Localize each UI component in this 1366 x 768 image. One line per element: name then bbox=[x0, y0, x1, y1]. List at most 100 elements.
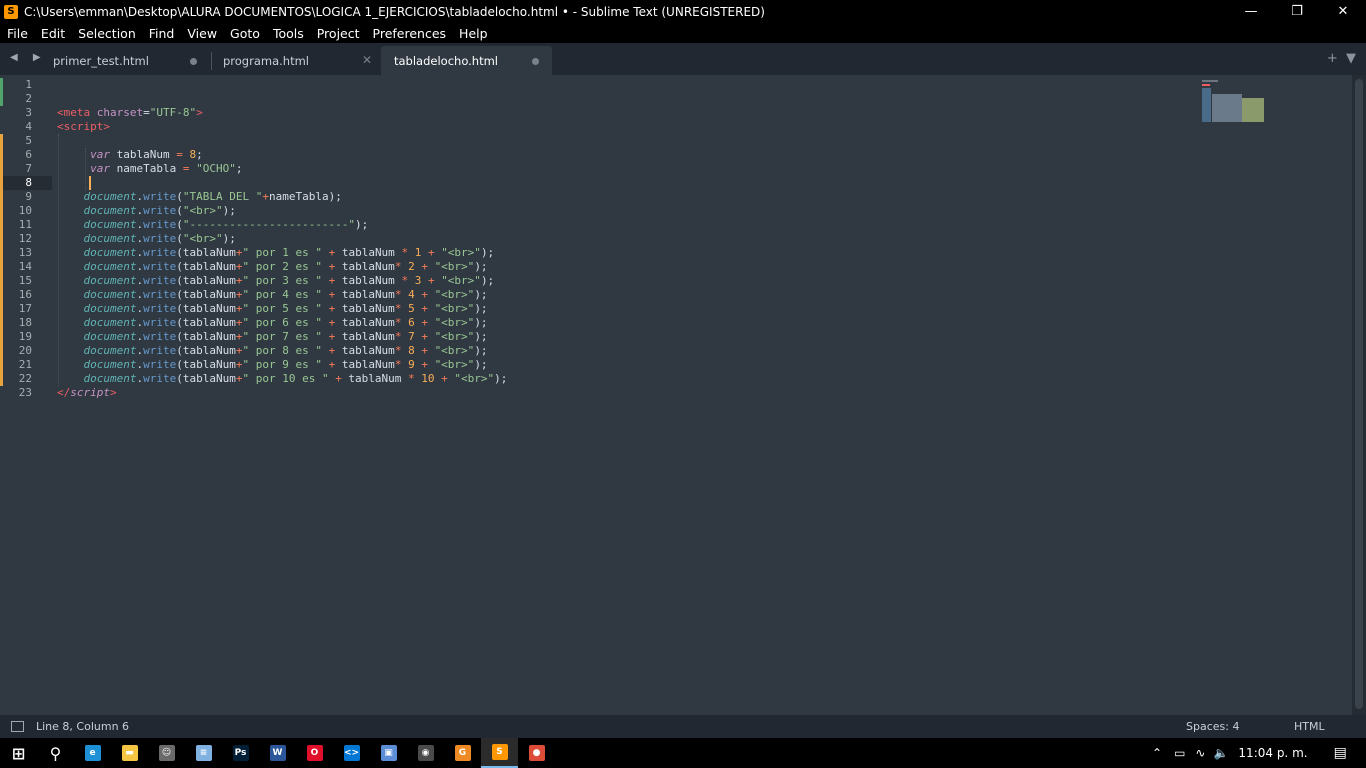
system-tray: ⌃ ▭ ∿ 🔈 11:04 p. m. ▤ bbox=[1152, 738, 1347, 768]
syntax-mode[interactable]: HTML bbox=[1294, 720, 1325, 733]
vertical-scrollbar[interactable] bbox=[1352, 75, 1366, 715]
code-line[interactable]: 2 bbox=[0, 92, 1340, 106]
close-tab-icon[interactable]: ✕ bbox=[362, 53, 372, 67]
menu-item-selection[interactable]: Selection bbox=[71, 26, 142, 41]
menu-item-goto[interactable]: Goto bbox=[223, 26, 266, 41]
code-line[interactable]: 17 document.write(tablaNum+" por 5 es " … bbox=[0, 302, 1340, 316]
code-line[interactable]: 14 document.write(tablaNum+" por 2 es " … bbox=[0, 260, 1340, 274]
code-token: "------------------------" bbox=[182, 218, 356, 231]
code-token: tablaNum bbox=[341, 372, 409, 385]
scrollbar-thumb[interactable] bbox=[1355, 79, 1363, 709]
code-token: "<br>" bbox=[434, 358, 475, 371]
code-line[interactable]: 6 var tablaNum = 8; bbox=[0, 148, 1340, 162]
taskbar-orange-app[interactable]: G bbox=[444, 738, 481, 768]
code-line[interactable]: 20 document.write(tablaNum+" por 8 es " … bbox=[0, 344, 1340, 358]
menu-item-tools[interactable]: Tools bbox=[266, 26, 310, 41]
menu-item-edit[interactable]: Edit bbox=[34, 26, 71, 41]
code-line[interactable]: 10 document.write("<br>"); bbox=[0, 204, 1340, 218]
taskbar-virtualbox[interactable]: ▣ bbox=[370, 738, 407, 768]
indent-guide bbox=[58, 134, 59, 386]
tab-label: tabladelocho.html bbox=[394, 53, 498, 68]
file-explorer-icon: ▬ bbox=[121, 745, 138, 761]
clock[interactable]: 11:04 p. m. bbox=[1238, 746, 1307, 760]
wifi-icon[interactable]: ∿ bbox=[1195, 746, 1205, 760]
code-line[interactable]: 16 document.write(tablaNum+" por 4 es " … bbox=[0, 288, 1340, 302]
notification-center-icon[interactable]: ▤ bbox=[1334, 745, 1347, 761]
code-line[interactable]: 23 </script> bbox=[0, 386, 1340, 400]
code-line[interactable]: 18 document.write(tablaNum+" por 6 es " … bbox=[0, 316, 1340, 330]
menu-item-find[interactable]: Find bbox=[142, 26, 181, 41]
menu-item-view[interactable]: View bbox=[180, 26, 223, 41]
menu-item-help[interactable]: Help bbox=[452, 26, 494, 41]
taskbar-photoshop[interactable]: Ps bbox=[222, 738, 259, 768]
minimize-icon[interactable]: — bbox=[1228, 0, 1274, 23]
code-line[interactable]: 8 bbox=[0, 176, 1340, 190]
cursor-position[interactable]: Line 8, Column 6 bbox=[36, 720, 129, 733]
taskbar-obs[interactable]: ◉ bbox=[407, 738, 444, 768]
code-line[interactable]: 7 var nameTabla = "OCHO"; bbox=[0, 162, 1340, 176]
code-line[interactable]: 4 <script> bbox=[0, 120, 1340, 134]
code-token: "<br>" bbox=[454, 372, 495, 385]
code-token: document bbox=[83, 274, 137, 287]
taskbar-start-button[interactable]: ⊞ bbox=[0, 738, 37, 768]
line-number: 2 bbox=[25, 92, 32, 105]
code-line[interactable]: 12 document.write("<br>"); bbox=[0, 232, 1340, 246]
code-line[interactable]: 5 bbox=[0, 134, 1340, 148]
code-line[interactable]: 9 document.write("TABLA DEL "+nameTabla)… bbox=[0, 190, 1340, 204]
code-editor[interactable]: 1 2 3 <meta charset="UTF-8"> 4 <script> 5 6 var… bbox=[0, 75, 1352, 715]
show-panel-icon[interactable] bbox=[11, 721, 24, 732]
code-text: document.write(tablaNum+" por 2 es " + t… bbox=[57, 260, 488, 274]
tab-list-chevron-icon[interactable]: ▼ bbox=[1346, 51, 1356, 66]
unsaved-dot-icon[interactable] bbox=[190, 58, 197, 65]
menu-item-project[interactable]: Project bbox=[310, 26, 366, 41]
code-line[interactable]: 19 document.write(tablaNum+" por 7 es " … bbox=[0, 330, 1340, 344]
tab-tabladelocho[interactable]: tabladelocho.html bbox=[381, 46, 552, 75]
code-line[interactable]: 22 document.write(tablaNum+" por 10 es "… bbox=[0, 372, 1340, 386]
tab-programa[interactable]: programa.html ✕ bbox=[210, 46, 382, 75]
restore-icon[interactable]: ❐ bbox=[1274, 0, 1320, 23]
code-token: ; bbox=[235, 162, 243, 175]
taskbar-notepad[interactable]: ≡ bbox=[185, 738, 222, 768]
tab-primer-test[interactable]: primer_test.html bbox=[40, 46, 210, 75]
taskbar-vscode[interactable]: <> bbox=[333, 738, 370, 768]
code-line[interactable]: 11 document.write("---------------------… bbox=[0, 218, 1340, 232]
code-token: > bbox=[196, 106, 203, 119]
close-window-icon[interactable]: ✕ bbox=[1320, 0, 1366, 23]
unsaved-dot-icon[interactable] bbox=[532, 58, 539, 65]
code-line[interactable]: 13 document.write(tablaNum+" por 1 es " … bbox=[0, 246, 1340, 260]
code-token: write bbox=[143, 316, 177, 329]
battery-icon[interactable]: ▭ bbox=[1174, 746, 1185, 760]
code-line[interactable]: 3 <meta charset="UTF-8"> bbox=[0, 106, 1340, 120]
code-token: "<br>" bbox=[434, 330, 475, 343]
code-token: document bbox=[83, 190, 137, 203]
taskbar-sublime-text[interactable]: S bbox=[481, 738, 518, 768]
taskbar-opera[interactable]: O bbox=[296, 738, 333, 768]
code-text: document.write(tablaNum+" por 8 es " + t… bbox=[57, 344, 488, 358]
line-number: 8 bbox=[25, 176, 32, 189]
code-line[interactable]: 15 document.write(tablaNum+" por 3 es " … bbox=[0, 274, 1340, 288]
taskbar-search[interactable]: ⚲ bbox=[37, 738, 74, 768]
new-tab-plus-icon[interactable]: + bbox=[1327, 51, 1338, 66]
taskbar-word[interactable]: W bbox=[259, 738, 296, 768]
menu-item-preferences[interactable]: Preferences bbox=[366, 26, 453, 41]
search-icon: ⚲ bbox=[49, 743, 62, 763]
menu-item-file[interactable]: File bbox=[0, 26, 34, 41]
taskbar-chrome[interactable]: ● bbox=[518, 738, 555, 768]
code-line[interactable]: 21 document.write(tablaNum+" por 9 es " … bbox=[0, 358, 1340, 372]
code-text: var tablaNum = 8; bbox=[57, 148, 203, 162]
code-text: document.write(tablaNum+" por 9 es " + t… bbox=[57, 358, 488, 372]
taskbar-file-explorer[interactable]: ▬ bbox=[111, 738, 148, 768]
volume-icon[interactable]: 🔈 bbox=[1213, 746, 1228, 760]
taskbar-edge[interactable]: e bbox=[74, 738, 111, 768]
taskbar-emoji-app[interactable]: ☺ bbox=[148, 738, 185, 768]
line-number: 15 bbox=[18, 274, 32, 287]
code-line[interactable]: 1 bbox=[0, 78, 1340, 92]
code-token: ; bbox=[196, 148, 203, 161]
indentation-setting[interactable]: Spaces: 4 bbox=[1186, 720, 1239, 733]
tray-overflow-chevron-icon[interactable]: ⌃ bbox=[1152, 746, 1162, 760]
window-title-bar[interactable]: S C:\Users\emman\Desktop\ALURA DOCUMENTO… bbox=[0, 0, 1366, 23]
